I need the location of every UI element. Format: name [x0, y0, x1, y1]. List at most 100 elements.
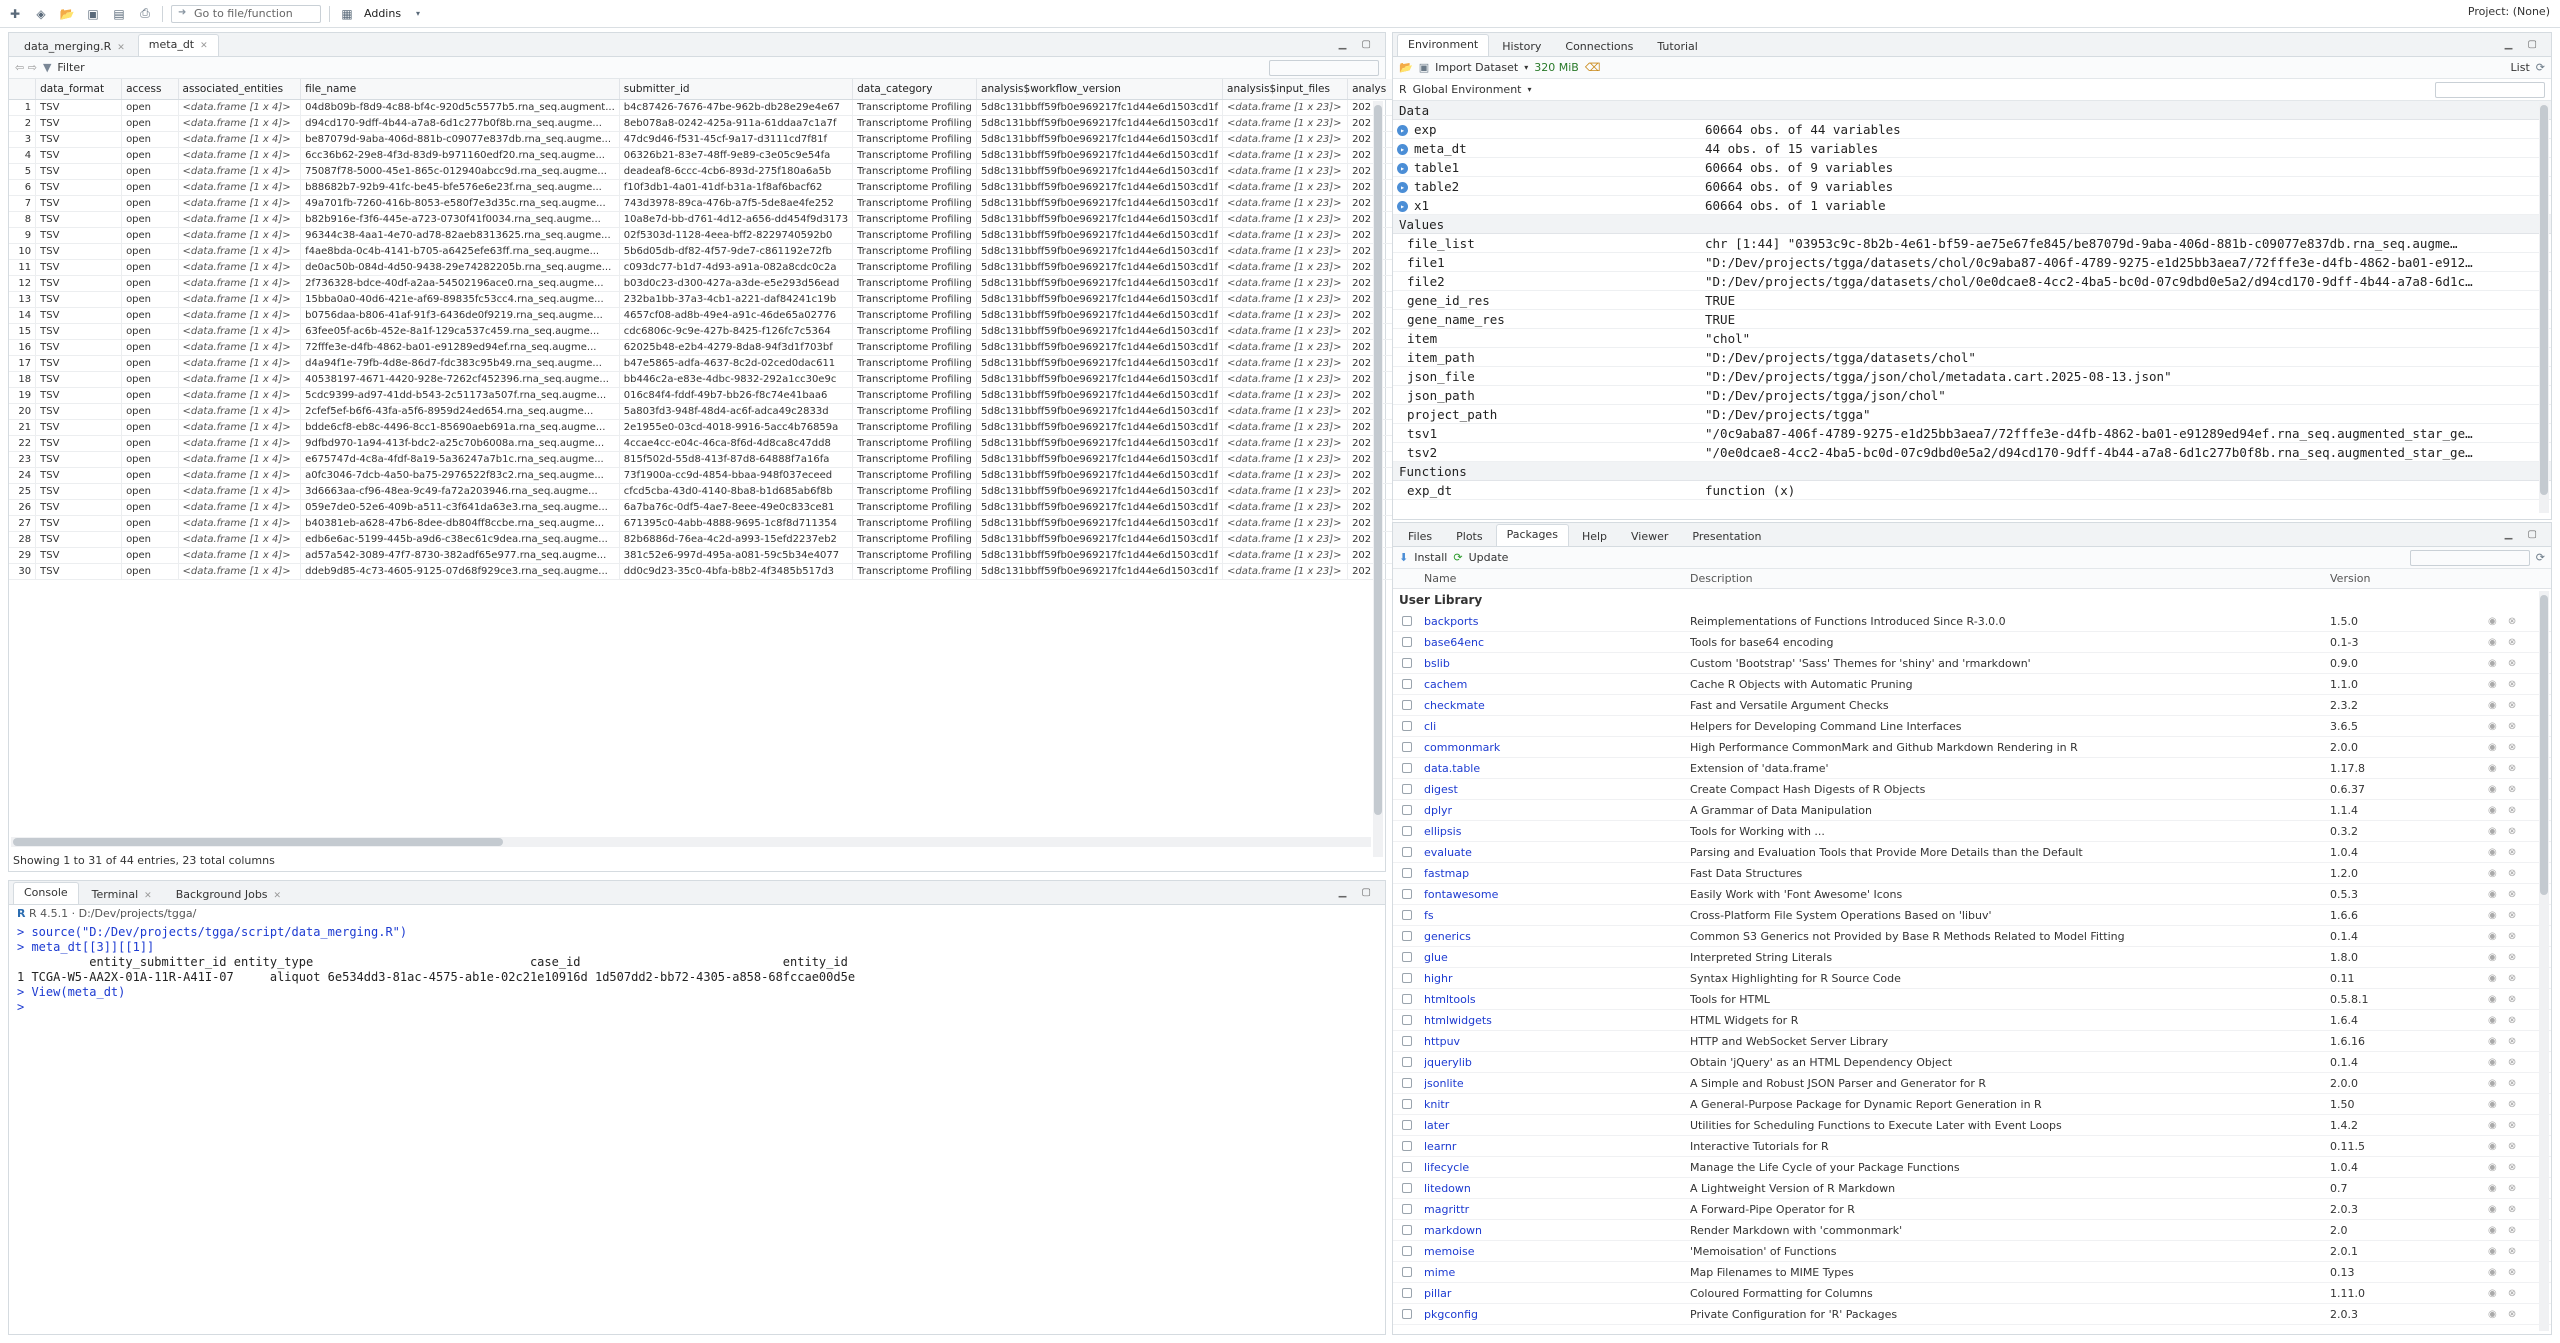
- env-row[interactable]: tsv1 "/0c9aba87-406f-4789-9275-e1d25bb3ae…: [1393, 424, 2551, 443]
- table-cell[interactable]: <data.frame [1 x 4]>: [178, 147, 302, 164]
- table-cell[interactable]: <data.frame [1 x 4]>: [178, 563, 302, 580]
- table-cell[interactable]: <data.frame [1 x 23]>: [1222, 243, 1349, 260]
- package-name-link[interactable]: ellipsis: [1424, 825, 1690, 838]
- table-cell[interactable]: <data.frame [1 x 4]>: [178, 467, 302, 484]
- column-header[interactable]: data_format: [35, 79, 123, 100]
- table-cell[interactable]: <data.frame [1 x 4]>: [178, 419, 302, 436]
- package-checkbox[interactable]: [1402, 910, 1412, 920]
- tab-files[interactable]: Files: [1397, 526, 1443, 546]
- package-actions-icon[interactable]: ◉ ⊗: [2488, 805, 2520, 816]
- package-actions-icon[interactable]: ◉ ⊗: [2488, 784, 2520, 795]
- env-row[interactable]: file1 "D:/Dev/projects/tgga/datasets/chol…: [1393, 253, 2551, 272]
- tab-background-jobs[interactable]: Background Jobs ✕: [165, 884, 292, 904]
- env-row[interactable]: ▸ meta_dt 44 obs. of 15 variables: [1393, 139, 2551, 158]
- table-cell[interactable]: <data.frame [1 x 4]>: [178, 259, 302, 276]
- tab-connections[interactable]: Connections: [1554, 36, 1644, 56]
- table-cell[interactable]: <data.frame [1 x 23]>: [1222, 499, 1349, 516]
- close-icon[interactable]: ✕: [117, 43, 125, 53]
- package-actions-icon[interactable]: ◉ ⊗: [2488, 721, 2520, 732]
- column-header[interactable]: access: [121, 79, 179, 100]
- package-checkbox[interactable]: [1402, 679, 1412, 689]
- package-checkbox[interactable]: [1402, 868, 1412, 878]
- package-actions-icon[interactable]: ◉ ⊗: [2488, 658, 2520, 669]
- table-row[interactable]: 25 TSV open <data.frame [1 x 4]> 3d6663aa-cf…: [9, 483, 1393, 500]
- package-name-link[interactable]: jquerylib: [1424, 1056, 1690, 1069]
- package-checkbox[interactable]: [1402, 1162, 1412, 1172]
- package-actions-icon[interactable]: ◉ ⊗: [2488, 1099, 2520, 1110]
- table-row[interactable]: 28 TSV open <data.frame [1 x 4]> edb6e6ac-51…: [9, 531, 1393, 548]
- table-cell[interactable]: <data.frame [1 x 4]>: [178, 435, 302, 452]
- table-cell[interactable]: <data.frame [1 x 4]>: [178, 323, 302, 340]
- package-actions-icon[interactable]: ◉ ⊗: [2488, 1078, 2520, 1089]
- package-checkbox[interactable]: [1402, 784, 1412, 794]
- package-actions-icon[interactable]: ◉ ⊗: [2488, 889, 2520, 900]
- env-row[interactable]: gene_id_res TRUE: [1393, 291, 2551, 310]
- package-name-link[interactable]: pkgconfig: [1424, 1308, 1690, 1321]
- scrollbar-thumb[interactable]: [2540, 595, 2548, 895]
- package-checkbox[interactable]: [1402, 994, 1412, 1004]
- list-view-button[interactable]: List: [2511, 61, 2530, 74]
- table-row[interactable]: 29 TSV open <data.frame [1 x 4]> ad57a542-30…: [9, 547, 1393, 564]
- close-icon[interactable]: ✕: [200, 41, 208, 51]
- table-cell[interactable]: <data.frame [1 x 23]>: [1222, 483, 1349, 500]
- table-row[interactable]: 30 TSV open <data.frame [1 x 4]> ddeb9d85-4c…: [9, 563, 1393, 580]
- column-header[interactable]: file_name: [300, 79, 620, 100]
- refresh-icon[interactable]: ⟳: [2536, 551, 2545, 564]
- table-cell[interactable]: <data.frame [1 x 23]>: [1222, 515, 1349, 532]
- scrollbar-thumb[interactable]: [1374, 105, 1382, 815]
- package-checkbox[interactable]: [1402, 1120, 1412, 1130]
- package-checkbox[interactable]: [1402, 826, 1412, 836]
- package-actions-icon[interactable]: ◉ ⊗: [2488, 1057, 2520, 1068]
- package-actions-icon[interactable]: ◉ ⊗: [2488, 616, 2520, 627]
- table-row[interactable]: 21 TSV open <data.frame [1 x 4]> bdde6cf8-eb…: [9, 419, 1393, 436]
- table-cell[interactable]: <data.frame [1 x 4]>: [178, 355, 302, 372]
- table-row[interactable]: 4 TSV open <data.frame [1 x 4]> 6cc36b62-29e…: [9, 147, 1393, 164]
- column-header[interactable]: analysis$workflow_version: [976, 79, 1224, 100]
- package-checkbox[interactable]: [1402, 763, 1412, 773]
- package-checkbox[interactable]: [1402, 1225, 1412, 1235]
- env-row[interactable]: tsv2 "/0e0dcae8-4cc2-4ba5-bc0d-07c9dbd0e5…: [1393, 443, 2551, 462]
- tab-console[interactable]: Console: [13, 882, 79, 904]
- table-row[interactable]: 18 TSV open <data.frame [1 x 4]> 40538197-46…: [9, 371, 1393, 388]
- pane-controls-icon[interactable]: ▁ ▢: [2505, 39, 2543, 50]
- env-row[interactable]: json_file "D:/Dev/projects/tgga/json/chol…: [1393, 367, 2551, 386]
- package-checkbox[interactable]: [1402, 1183, 1412, 1193]
- table-cell[interactable]: <data.frame [1 x 23]>: [1222, 131, 1349, 148]
- table-row[interactable]: 16 TSV open <data.frame [1 x 4]> 72fffe3e-d4…: [9, 339, 1393, 356]
- table-row[interactable]: 2 TSV open <data.frame [1 x 4]> d94cd170-9df…: [9, 115, 1393, 132]
- package-name-link[interactable]: checkmate: [1424, 699, 1690, 712]
- package-actions-icon[interactable]: ◉ ⊗: [2488, 1036, 2520, 1047]
- console-output[interactable]: > source("D:/Dev/projects/tgga/script/da…: [9, 923, 1385, 1017]
- expand-icon[interactable]: ▸: [1397, 162, 1408, 174]
- package-actions-icon[interactable]: ◉ ⊗: [2488, 700, 2520, 711]
- package-name-link[interactable]: fs: [1424, 909, 1690, 922]
- package-checkbox[interactable]: [1402, 1141, 1412, 1151]
- tab-help[interactable]: Help: [1571, 526, 1618, 546]
- back-icon[interactable]: ⇦ ⇨: [15, 61, 37, 74]
- package-name-link[interactable]: memoise: [1424, 1245, 1690, 1258]
- package-checkbox[interactable]: [1402, 1015, 1412, 1025]
- package-actions-icon[interactable]: ◉ ⊗: [2488, 868, 2520, 879]
- package-checkbox[interactable]: [1402, 889, 1412, 899]
- package-name-link[interactable]: httpuv: [1424, 1035, 1690, 1048]
- table-cell[interactable]: <data.frame [1 x 4]>: [178, 195, 302, 212]
- package-checkbox[interactable]: [1402, 658, 1412, 668]
- table-row[interactable]: 11 TSV open <data.frame [1 x 4]> de0ac50b-08…: [9, 259, 1393, 276]
- new-project-icon[interactable]: ◈: [32, 5, 50, 23]
- table-row[interactable]: 26 TSV open <data.frame [1 x 4]> 059e7de0-52…: [9, 499, 1393, 516]
- package-checkbox[interactable]: [1402, 1078, 1412, 1088]
- table-cell[interactable]: <data.frame [1 x 4]>: [178, 371, 302, 388]
- scrollbar-thumb[interactable]: [13, 838, 503, 846]
- table-cell[interactable]: <data.frame [1 x 23]>: [1222, 211, 1349, 228]
- pane-controls-icon[interactable]: ▁ ▢: [1339, 887, 1377, 898]
- package-checkbox[interactable]: [1402, 616, 1412, 626]
- package-checkbox[interactable]: [1402, 1267, 1412, 1277]
- table-cell[interactable]: <data.frame [1 x 4]>: [178, 211, 302, 228]
- table-cell[interactable]: <data.frame [1 x 4]>: [178, 531, 302, 548]
- new-file-icon[interactable]: ✚: [6, 5, 24, 23]
- package-checkbox[interactable]: [1402, 973, 1412, 983]
- table-cell[interactable]: <data.frame [1 x 23]>: [1222, 547, 1349, 564]
- pane-controls-icon[interactable]: ▁ ▢: [1339, 39, 1377, 50]
- table-row[interactable]: 5 TSV open <data.frame [1 x 4]> 75087f78-500…: [9, 163, 1393, 180]
- package-name-link[interactable]: markdown: [1424, 1224, 1690, 1237]
